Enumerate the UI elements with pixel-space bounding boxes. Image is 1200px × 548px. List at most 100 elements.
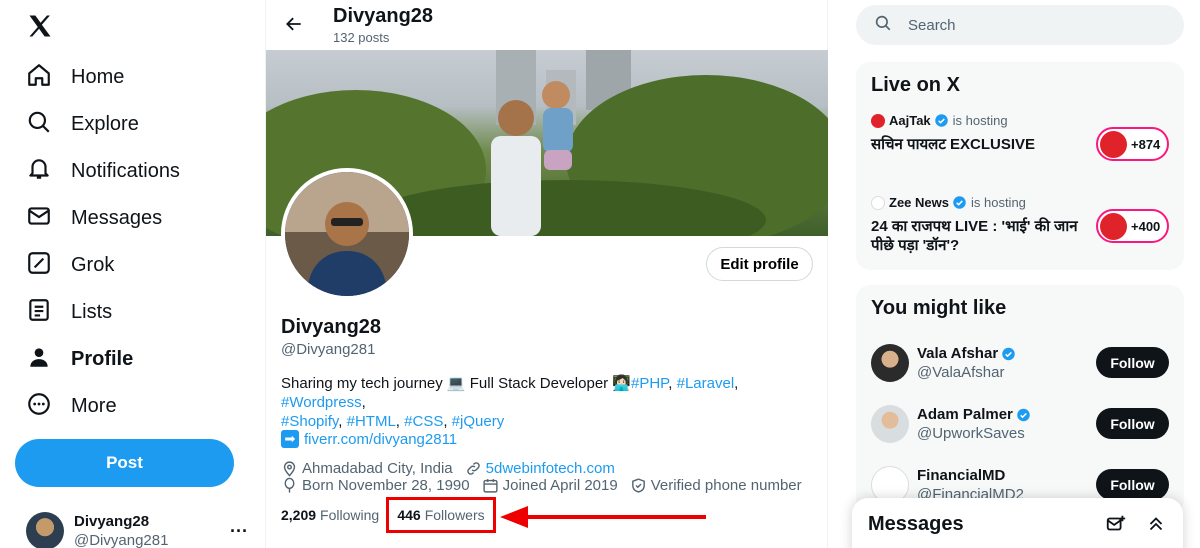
live-hosting-text: is hosting <box>952 113 1008 128</box>
nav-label: Notifications <box>71 159 180 182</box>
avatar <box>871 343 909 382</box>
verified-badge-icon <box>1001 346 1016 361</box>
who-to-follow-panel: You might like Vala Afshar @ValaAfshar F… <box>856 285 1184 515</box>
right-arrow-emoji-icon: ➡ <box>281 430 299 448</box>
suggested-user[interactable]: Vala Afshar @ValaAfshar Follow <box>856 332 1184 393</box>
collapse-up-icon[interactable] <box>1145 513 1167 535</box>
live-panel: Live on X AajTak is hosting सचिन पायलट E… <box>856 62 1184 270</box>
verified-badge-icon <box>934 113 949 128</box>
home-icon <box>26 62 52 93</box>
nav-home[interactable]: Home <box>14 55 136 99</box>
user-name: Adam Palmer <box>917 405 1013 423</box>
nav-lists[interactable]: Lists <box>14 290 124 334</box>
follow-button[interactable]: Follow <box>1096 408 1169 439</box>
hashtag-link[interactable]: #jQuery <box>452 413 505 430</box>
hashtag-link[interactable]: #Wordpress <box>281 394 362 411</box>
aajtak-logo-icon <box>1100 130 1127 158</box>
envelope-icon <box>26 203 52 234</box>
right-sidebar: Search Live on X AajTak is hosting सचिन … <box>828 0 1200 548</box>
live-item[interactable]: Zee News is hosting 24 का राजपथ LIVE : '… <box>856 191 1184 270</box>
hashtag-link[interactable]: #HTML <box>347 413 396 430</box>
follow-button[interactable]: Follow <box>1096 469 1169 500</box>
nav-label: Profile <box>71 347 134 370</box>
zee-news-logo-icon <box>1100 212 1127 240</box>
messages-drawer-title: Messages <box>868 512 964 535</box>
hashtag-link[interactable]: #PHP <box>631 375 668 392</box>
followers-link-highlighted[interactable]: 446 Followers <box>386 497 496 533</box>
hashtag-link[interactable]: #Shopify <box>281 413 338 430</box>
profile-name: Divyang28 <box>281 316 382 338</box>
account-name: Divyang28 <box>74 513 150 530</box>
suggested-user[interactable]: Adam Palmer @UpworkSaves Follow <box>856 393 1184 454</box>
live-host-name: Zee News <box>889 195 949 210</box>
messages-drawer[interactable]: Messages <box>852 498 1183 548</box>
hashtag-link[interactable]: #CSS <box>404 413 443 430</box>
edit-profile-button[interactable]: Edit profile <box>706 247 813 281</box>
back-arrow-icon[interactable] <box>280 10 308 38</box>
user-handle: @ValaAfshar <box>917 363 1005 381</box>
profile-bio: Sharing my tech journey 💻 Full Stack Dev… <box>281 375 739 430</box>
nav-label: Messages <box>71 206 163 229</box>
person-icon <box>26 344 52 375</box>
live-listeners-pill[interactable]: +874 <box>1096 127 1169 161</box>
page-title: Divyang28 <box>333 5 434 27</box>
grok-icon <box>26 250 52 281</box>
x-logo-icon[interactable] <box>24 10 56 42</box>
account-switcher[interactable]: Divyang28 @Divyang281 ··· <box>14 506 260 548</box>
listener-count: +874 <box>1131 136 1161 152</box>
more-circle-icon <box>26 391 52 422</box>
bell-icon <box>26 156 52 187</box>
follow-button[interactable]: Follow <box>1096 347 1169 378</box>
live-hosting-text: is hosting <box>970 195 1026 210</box>
location-text: Ahmadabad City, India <box>302 460 453 477</box>
link-icon <box>465 460 482 477</box>
profile-avatar[interactable] <box>281 168 413 300</box>
post-count: 132 posts <box>333 30 390 45</box>
avatar <box>871 404 909 443</box>
followers-label: Followers <box>424 507 485 523</box>
following-link[interactable]: 2,209 Following <box>281 507 379 523</box>
live-title: सचिन पायलट EXCLUSIVE <box>871 136 1036 153</box>
profile-column: Divyang28 132 posts Edit profile Divyang… <box>265 0 828 548</box>
balloon-icon <box>281 477 298 494</box>
user-handle: @UpworkSaves <box>917 424 1025 442</box>
followers-count: 446 <box>397 507 421 523</box>
nav-label: Home <box>71 65 125 88</box>
bio-text: Sharing my tech journey 💻 Full Stack Dev… <box>281 375 631 392</box>
bio-website-row: ➡ fiverr.com/divyang2811 <box>281 430 457 448</box>
nav-grok[interactable]: Grok <box>14 243 126 287</box>
nav-messages[interactable]: Messages <box>14 196 174 240</box>
nav-more[interactable]: More <box>14 384 129 428</box>
profile-handle: @Divyang281 <box>281 341 376 358</box>
zee-news-logo-icon <box>871 195 885 210</box>
new-message-icon[interactable] <box>1105 513 1127 535</box>
verified-phone-text: Verified phone number <box>650 477 802 494</box>
live-host-name: AajTak <box>889 113 931 128</box>
hashtag-link[interactable]: #Laravel <box>677 375 735 392</box>
nav-label: Grok <box>71 253 115 276</box>
born-text: Born November 28, 1990 <box>302 477 470 494</box>
shield-check-icon <box>630 477 647 494</box>
website-link[interactable]: fiverr.com/divyang2811 <box>304 431 457 448</box>
search-bar[interactable]: Search <box>856 5 1184 45</box>
following-count: 2,209 <box>281 507 317 523</box>
live-listeners-pill[interactable]: +400 <box>1096 209 1169 243</box>
nav-notifications[interactable]: Notifications <box>14 149 192 193</box>
nav-label: More <box>71 394 117 417</box>
nav-explore[interactable]: Explore <box>14 102 151 146</box>
left-sidebar: Home Explore Notifications Messages Grok… <box>0 0 265 548</box>
search-input[interactable]: Search <box>908 17 956 34</box>
search-icon <box>26 109 52 140</box>
more-dots-icon[interactable]: ··· <box>230 521 248 542</box>
nav-profile[interactable]: Profile <box>14 337 145 381</box>
account-handle: @Divyang281 <box>74 532 169 548</box>
who-panel-title: You might like <box>871 297 1007 319</box>
nav-label: Lists <box>71 300 113 323</box>
search-icon <box>874 14 892 37</box>
avatar <box>26 512 64 548</box>
user-name: FinancialMD <box>917 466 1006 484</box>
list-icon <box>26 297 52 328</box>
profile-url-link[interactable]: 5dwebinfotech.com <box>486 460 615 477</box>
post-button[interactable]: Post <box>15 439 234 487</box>
live-item[interactable]: AajTak is hosting सचिन पायलट EXCLUSIVE +… <box>856 109 1184 191</box>
